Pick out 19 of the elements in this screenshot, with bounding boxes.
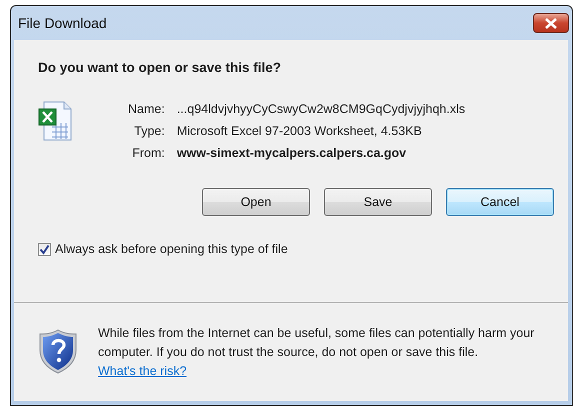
window-title: File Download — [17, 15, 107, 31]
field-label: Name: — [128, 102, 165, 116]
field-value: www-simext-mycalpers.calpers.ca.gov — [176, 146, 408, 160]
field-value: Microsoft Excel 97-2003 Worksheet, 4.53KB — [176, 124, 423, 138]
close-icon — [544, 18, 558, 28]
close-button[interactable] — [533, 13, 569, 33]
question-text: Do you want to open or save this file? — [38, 60, 282, 75]
field-label: From: — [131, 146, 165, 160]
field-value: ...q94ldvjvhyyCyCswyCw2w8CM9GqCydjvjyjhqh.xls — [176, 102, 466, 116]
risk-link[interactable]: What's the risk? — [98, 364, 187, 378]
field-label: Type: — [133, 124, 165, 138]
dialog-button[interactable]: Open — [202, 188, 310, 216]
dialog-button[interactable]: Save — [324, 188, 432, 216]
dialog-button[interactable]: Cancel — [446, 188, 554, 216]
checkbox[interactable] — [38, 242, 51, 256]
shield-question-icon — [38, 328, 78, 374]
warning-text: While files from the Internet can be useful, some files can potentially harm your computer. If you do not trust the source, do not open or save this file. What's the risk? — [98, 325, 536, 380]
checkbox-label: Always ask before opening this type of file — [55, 242, 288, 256]
spreadsheet-file-icon — [38, 101, 72, 141]
